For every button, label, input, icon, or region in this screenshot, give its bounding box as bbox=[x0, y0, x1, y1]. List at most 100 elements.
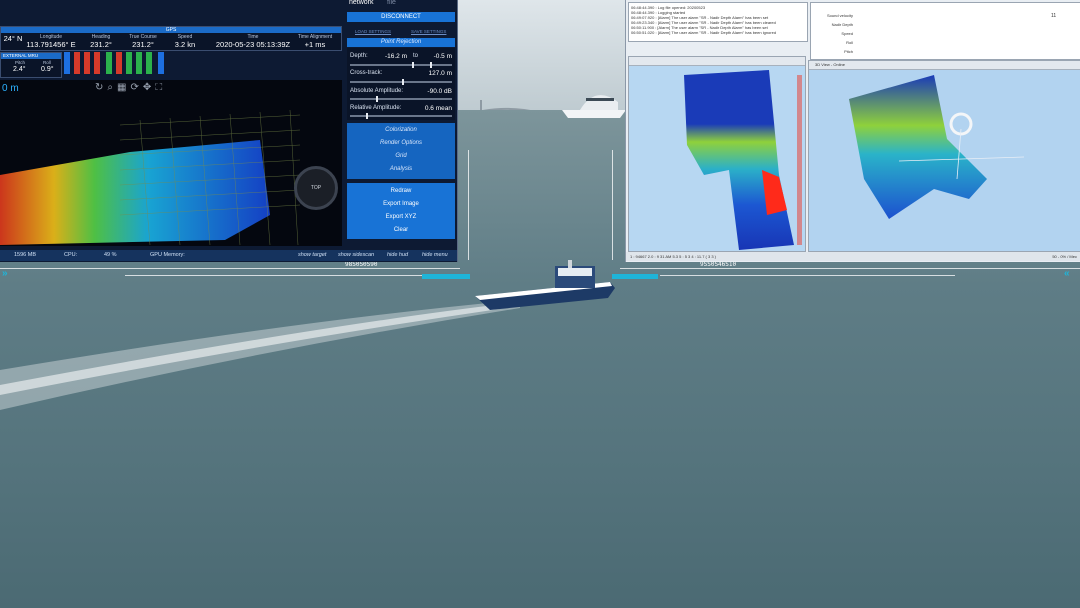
status-text: 1 : 94667 2.0 : 9 31 AM 5.3 5 : 5 3 4 : … bbox=[630, 254, 716, 259]
gps-time-alignment: Time Alignment +1 ms bbox=[297, 34, 333, 49]
point-cloud bbox=[0, 109, 301, 246]
mru-pitch-label: Pitch bbox=[15, 60, 26, 65]
save-settings-link[interactable]: SAVE SETTINGS bbox=[411, 29, 446, 34]
grid-icon[interactable]: ▦ bbox=[117, 82, 130, 93]
depth-slider[interactable] bbox=[350, 62, 452, 68]
external-mru-title: EXTERNAL MRU bbox=[1, 53, 61, 59]
menu-render-options[interactable]: Render Options bbox=[347, 140, 455, 146]
hud-code-right: 9SS0S46S10 bbox=[700, 261, 737, 268]
menu-analysis[interactable]: Analysis bbox=[347, 166, 455, 172]
redraw-button[interactable]: Redraw bbox=[347, 188, 455, 194]
hud-tick-right bbox=[660, 275, 955, 276]
hud-chevron-left-icon: » bbox=[2, 268, 8, 279]
export-xyz-button[interactable]: Export XYZ bbox=[347, 214, 455, 220]
relative-amplitude-slider[interactable] bbox=[350, 113, 452, 119]
hud-vertical-left bbox=[468, 150, 469, 260]
survey-software-window: 06:48:44.390 : Log file opened: 20200523… bbox=[625, 0, 1080, 262]
cross-track-slider-knob[interactable] bbox=[402, 79, 404, 85]
sonar-window: GPS 24° N Longitude 113.791456° E Heading… bbox=[0, 0, 458, 262]
clear-button[interactable]: Clear bbox=[347, 227, 455, 233]
point-rejection-controls: Depth: -16.2 m to -0.5 m Cross-track: 12… bbox=[347, 48, 455, 120]
depth-to-word: to bbox=[413, 53, 419, 59]
fit-icon[interactable]: ⛶ bbox=[155, 82, 166, 93]
status-chip[interactable] bbox=[74, 52, 80, 74]
hud-divider-left bbox=[0, 268, 460, 269]
event-log[interactable]: 06:48:44.390 : Log file opened: 20200523… bbox=[628, 2, 808, 42]
mru-roll-label: Roll bbox=[43, 60, 51, 65]
depth-slider-knob[interactable] bbox=[430, 62, 432, 68]
depth-to-value: -0.5 m bbox=[433, 53, 452, 60]
status-chip[interactable] bbox=[106, 52, 112, 74]
hide-hud-button[interactable]: hide hud bbox=[387, 252, 408, 258]
status-chip[interactable] bbox=[116, 52, 122, 74]
survey-boat bbox=[475, 260, 615, 310]
cross-track-label: Cross-track: bbox=[350, 70, 383, 76]
hud-tick-left bbox=[125, 275, 425, 276]
show-sidescan-button[interactable]: show sidescan bbox=[338, 252, 374, 258]
absolute-amplitude-label: Absolute Amplitude: bbox=[350, 88, 404, 94]
gps-time: Time 2020-05-23 05:13:39Z bbox=[215, 34, 291, 49]
cross-track-slider[interactable] bbox=[350, 79, 452, 85]
menu-colorization[interactable]: Colorization bbox=[347, 127, 455, 133]
depth-slider-knob[interactable] bbox=[412, 62, 414, 68]
depth-from-value: -16.2 m bbox=[384, 53, 407, 60]
status-chip[interactable] bbox=[136, 52, 142, 74]
hud-divider-right bbox=[620, 268, 1080, 269]
gps-title: GPS bbox=[1, 27, 341, 33]
status-bar-right: 1 : 94667 2.0 : 9 31 AM 5.3 5 : 5 3 4 : … bbox=[626, 252, 1080, 261]
display-options-menu: Colorization Render Options Grid Analysi… bbox=[347, 123, 455, 179]
gps-speed: Speed 3.2 kn bbox=[174, 34, 196, 49]
hud-code-left: 98S0S0S90 bbox=[345, 261, 378, 268]
hud-accent-left bbox=[422, 274, 470, 279]
3d-view-plot[interactable]: 3D View - Online bbox=[808, 60, 1080, 252]
hud-chevron-right-icon: « bbox=[1064, 268, 1070, 279]
hud-accent-right bbox=[612, 274, 658, 279]
load-settings-link[interactable]: LOAD SETTINGS bbox=[355, 29, 391, 34]
rotate-icon[interactable]: ↻ bbox=[95, 82, 107, 93]
refresh-icon[interactable]: ⟳ bbox=[130, 82, 142, 93]
3d-view-title: 3D View - Online bbox=[815, 62, 845, 67]
prop-label: Sound velocity bbox=[826, 13, 853, 18]
mru-pitch-value: 2.4° bbox=[13, 66, 26, 73]
cpu-label: CPU: bbox=[64, 252, 78, 258]
relative-amplitude-slider-knob[interactable] bbox=[366, 113, 368, 119]
cpu-value: 49 % bbox=[104, 252, 117, 258]
status-chip[interactable] bbox=[146, 52, 152, 74]
status-chip[interactable] bbox=[94, 52, 100, 74]
absolute-amplitude-value: -90.0 dB bbox=[427, 88, 452, 95]
tab-file[interactable]: file bbox=[387, 0, 396, 6]
memory-usage: 1596 MB bbox=[14, 252, 37, 258]
menu-grid[interactable]: Grid bbox=[347, 153, 455, 159]
viewport-depth-label: 0 m bbox=[2, 83, 19, 94]
status-chip[interactable] bbox=[126, 52, 132, 74]
prop-label: Pitch bbox=[844, 49, 853, 54]
sonar-3d-viewport[interactable]: 0 m ↻⌕▦⟳✥⛶ TOP bbox=[0, 80, 342, 246]
status-chip[interactable] bbox=[84, 52, 90, 74]
ferry-boat bbox=[562, 95, 626, 118]
gpu-memory-label: GPU Memory: bbox=[150, 252, 185, 258]
hud-vertical-right bbox=[612, 150, 613, 260]
status-chip[interactable] bbox=[158, 52, 164, 74]
prop-label: Nadir Depth bbox=[831, 22, 853, 27]
relative-amplitude-value: 0.6 mean bbox=[424, 105, 452, 112]
export-image-button[interactable]: Export Image bbox=[347, 201, 455, 207]
relative-amplitude-label: Relative Amplitude: bbox=[350, 105, 402, 111]
coverage-plot[interactable] bbox=[628, 56, 806, 252]
orientation-compass[interactable]: TOP bbox=[294, 166, 338, 210]
move-icon[interactable]: ✥ bbox=[143, 82, 155, 93]
prop-label: Speed bbox=[841, 31, 853, 36]
coverage-map bbox=[684, 70, 802, 250]
hide-menu-button[interactable]: hide menu bbox=[422, 252, 448, 258]
property-grid: Sound velocity Nadir Depth Speed Roll Pi… bbox=[810, 2, 1080, 60]
status-chip[interactable] bbox=[64, 52, 70, 74]
3d-bathymetry bbox=[849, 75, 1025, 219]
show-target-button[interactable]: show target bbox=[298, 252, 326, 258]
log-line: 06:50:51.020 : [Alarm] The user alarm "S… bbox=[631, 30, 777, 35]
disconnect-button[interactable]: DISCONNECT bbox=[347, 12, 455, 22]
tab-network[interactable]: network bbox=[349, 0, 374, 6]
gps-panel: GPS 24° N Longitude 113.791456° E Heading… bbox=[0, 26, 342, 51]
zoom-icon[interactable]: ⌕ bbox=[107, 82, 117, 93]
absolute-amplitude-slider-knob[interactable] bbox=[376, 96, 378, 102]
absolute-amplitude-slider[interactable] bbox=[350, 96, 452, 102]
prop-label: Roll bbox=[846, 40, 853, 45]
